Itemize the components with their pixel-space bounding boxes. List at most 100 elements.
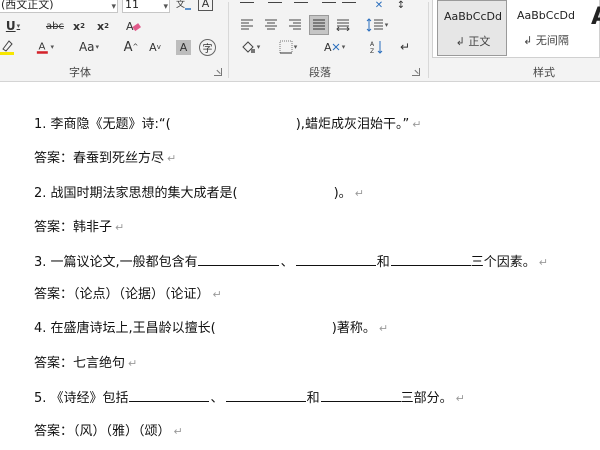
underline-button[interactable]: U ▾ bbox=[4, 17, 22, 35]
paragraph-mark-icon: ↵ bbox=[455, 392, 465, 405]
question-3[interactable]: 3. 一篇议论文,一般都包含有 、 和 三个因素。 ↵ bbox=[34, 253, 548, 271]
line-spacing-button[interactable]: ▾ bbox=[362, 16, 392, 34]
chevron-down-icon[interactable]: ▾ bbox=[163, 0, 168, 12]
font-name-value: (西文正文) bbox=[1, 0, 54, 11]
paragraph-dialog-launcher-icon[interactable] bbox=[412, 68, 420, 76]
grow-font-button[interactable]: A ^ bbox=[122, 38, 140, 56]
font-size-value: 11 bbox=[125, 0, 139, 11]
style-sample: AaBbCcDd bbox=[444, 10, 502, 23]
svg-text:A: A bbox=[39, 42, 46, 53]
styles-group-label: 样式 bbox=[533, 66, 555, 79]
blank-underline bbox=[128, 389, 209, 402]
show-marks-button[interactable]: ↵ bbox=[396, 38, 414, 56]
blank-underline bbox=[295, 253, 376, 266]
svg-text:A: A bbox=[324, 41, 332, 54]
blank-underline bbox=[390, 253, 471, 266]
answer-text: 答案：（风）（雅）（颂） bbox=[34, 424, 171, 439]
question-text: )著称。 bbox=[331, 321, 376, 336]
answer-text: 答案：（论点）（论据）（论证） bbox=[34, 287, 210, 302]
paragraph-mark-icon: ↵ bbox=[378, 322, 389, 335]
answer-5[interactable]: 答案：（风）（雅）（颂） ↵ bbox=[34, 423, 183, 441]
align-right-button[interactable] bbox=[286, 16, 304, 34]
question-2[interactable]: 2. 战国时期法家思想的集大成者是( )。 ↵ bbox=[34, 185, 364, 203]
style-name: ↲ 正文 bbox=[455, 35, 491, 48]
font-color-button[interactable]: A ▾ bbox=[36, 38, 54, 56]
group-separator bbox=[428, 2, 429, 78]
subscript-button[interactable]: x2 bbox=[70, 17, 88, 35]
highlight-color-button[interactable] bbox=[0, 38, 16, 56]
chinese-layout-icon[interactable]: ✕ bbox=[370, 0, 388, 14]
char-border-icon[interactable]: A bbox=[198, 0, 213, 11]
decrease-indent-icon[interactable] bbox=[320, 0, 338, 14]
question-4[interactable]: 4. 在盛唐诗坛上,王昌龄以擅长()著称。 ↵ bbox=[34, 320, 388, 338]
numbering-icon[interactable] bbox=[266, 0, 284, 14]
question-text: 1. 李商隐《无题》诗:“( bbox=[34, 117, 171, 132]
question-text: ),蜡炬成灰泪始干。” bbox=[295, 117, 410, 132]
style-normal[interactable]: AaBbCcDd ↲ 正文 bbox=[437, 0, 507, 56]
blank-underline bbox=[320, 389, 401, 402]
paragraph-mark-icon: ↵ bbox=[173, 425, 183, 438]
question-text: 2. 战国时期法家思想的集大成者是( bbox=[34, 186, 238, 201]
superscript-button[interactable]: x2 bbox=[94, 17, 112, 35]
answer-text: 答案：七言绝句 bbox=[34, 356, 126, 371]
multilevel-list-icon[interactable] bbox=[292, 0, 310, 14]
paragraph-group-label: 段落 bbox=[309, 66, 331, 79]
chevron-down-icon[interactable]: ▾ bbox=[111, 0, 116, 12]
document-page[interactable]: 1. 李商隐《无题》诗:“(),蜡炬成灰泪始干。” ↵ 答案：春蚕到死丝方尽 ↵ 2… bbox=[0, 83, 600, 450]
borders-button[interactable]: ▾ bbox=[276, 38, 300, 56]
align-center-button[interactable] bbox=[262, 16, 280, 34]
paragraph-mark-icon: ↵ bbox=[167, 152, 177, 165]
sort-icon[interactable]: ↕ bbox=[392, 0, 410, 14]
font-size-combo[interactable]: 11 ▾ bbox=[122, 0, 170, 13]
char-shading-button[interactable]: A bbox=[176, 40, 191, 55]
question-text: 、 bbox=[210, 391, 224, 406]
paragraph-mark-icon: ↵ bbox=[128, 357, 138, 370]
svg-text:文: 文 bbox=[176, 0, 185, 10]
question-text: )。 bbox=[333, 186, 352, 201]
shading-button[interactable]: ▾ bbox=[238, 38, 262, 56]
svg-text:Z: Z bbox=[370, 48, 374, 55]
question-text: 、 bbox=[280, 255, 294, 270]
blank-underline bbox=[197, 253, 279, 266]
align-left-button[interactable] bbox=[238, 16, 256, 34]
question-text: 3. 一篇议论文,一般都包含有 bbox=[34, 255, 198, 270]
ribbon: (西文正文) ▾ 11 ▾ 文 A U ▾ abc x2 x2 A A ▾ Aa ▾ … bbox=[0, 0, 600, 82]
increase-indent-icon[interactable] bbox=[340, 0, 358, 14]
svg-text:A: A bbox=[126, 20, 134, 33]
bullets-icon[interactable] bbox=[238, 0, 256, 14]
question-1[interactable]: 1. 李商隐《无题》诗:“( ),蜡炬成灰泪始干。” ↵ bbox=[34, 116, 421, 134]
justify-button[interactable] bbox=[309, 15, 329, 35]
font-group-label: 字体 bbox=[69, 66, 91, 79]
paragraph-mark-icon: ↵ bbox=[354, 187, 364, 200]
answer-4[interactable]: 答案：七言绝句 ↵ bbox=[34, 355, 137, 373]
question-text: 5. 《诗经》包括 bbox=[34, 391, 129, 406]
question-5[interactable]: 5. 《诗经》包括 、 和 三部分。 ↵ bbox=[34, 389, 465, 407]
phonetic-guide-button[interactable]: 字 bbox=[199, 39, 216, 56]
sort-az-button[interactable]: AZ bbox=[368, 38, 386, 56]
style-heading-partial[interactable]: A bbox=[591, 2, 600, 30]
answer-1[interactable]: 答案：春蚕到死丝方尽 ↵ bbox=[34, 150, 176, 168]
answer-2[interactable]: 答案：韩非子 ↵ bbox=[34, 219, 124, 237]
font-dialog-launcher-icon[interactable] bbox=[214, 68, 222, 76]
asian-layout-button[interactable]: A ▾ bbox=[322, 38, 346, 56]
change-case-icon[interactable]: 文 bbox=[175, 0, 193, 14]
styles-gallery: AaBbCcDd ↲ 正文 AaBbCcDd ↲ 无间隔 A bbox=[432, 0, 600, 58]
style-name: ↲ 无间隔 bbox=[523, 34, 569, 47]
shrink-font-button[interactable]: Av bbox=[146, 38, 164, 56]
question-text: 三个因素。 bbox=[470, 255, 536, 270]
blank-underline bbox=[225, 389, 306, 402]
question-text: 三部分。 bbox=[400, 391, 453, 406]
paragraph-mark-icon: ↵ bbox=[212, 288, 222, 301]
question-text: 和 bbox=[376, 255, 390, 270]
paragraph-mark-icon: ↵ bbox=[538, 256, 548, 269]
paragraph-mark-icon: ↵ bbox=[115, 221, 125, 234]
distributed-button[interactable] bbox=[334, 16, 352, 34]
answer-3[interactable]: 答案：（论点）（论据）（论证） ↵ bbox=[34, 286, 222, 304]
style-no-spacing[interactable]: AaBbCcDd ↲ 无间隔 bbox=[511, 0, 581, 56]
paragraph-mark-icon: ↵ bbox=[412, 118, 422, 131]
svg-text:A: A bbox=[370, 41, 375, 48]
font-name-combo[interactable]: (西文正文) ▾ bbox=[0, 0, 118, 13]
clear-format-icon[interactable]: A bbox=[124, 17, 142, 35]
strikethrough-button[interactable]: abc bbox=[46, 17, 64, 35]
change-case-button[interactable]: Aa ▾ bbox=[74, 38, 104, 56]
